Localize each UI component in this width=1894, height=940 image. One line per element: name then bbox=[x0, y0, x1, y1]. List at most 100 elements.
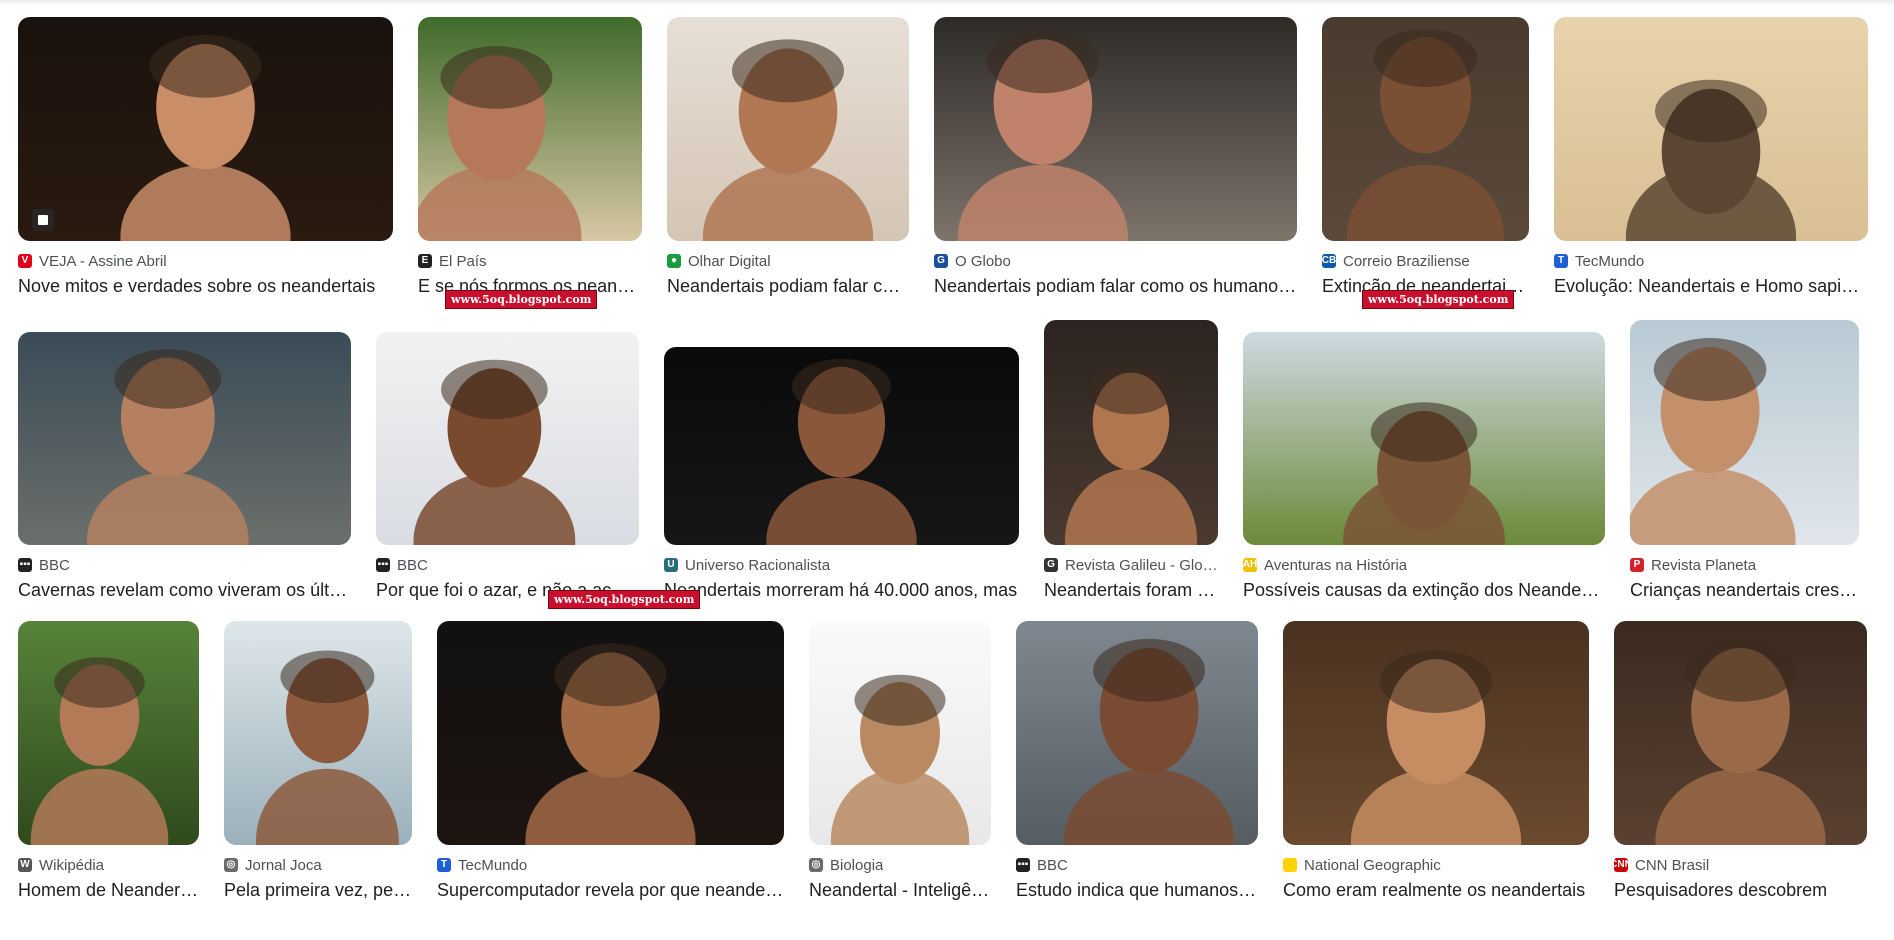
image-result-card[interactable]: P Revista Planeta Crianças neandertais cre… bbox=[1630, 320, 1859, 601]
result-title-link[interactable]: Neandertais podiam falar como os humanos… bbox=[934, 275, 1297, 297]
top-divider bbox=[0, 0, 1894, 6]
source-line[interactable]: CNNCNN Brasil bbox=[1614, 856, 1867, 874]
thumbnail-image[interactable] bbox=[437, 621, 784, 845]
thumbnail-image[interactable] bbox=[18, 17, 393, 241]
thumbnail-container bbox=[934, 16, 1297, 241]
source-favicon-icon: G bbox=[1044, 558, 1058, 572]
thumbnail-image[interactable] bbox=[224, 621, 412, 845]
result-title-link[interactable]: Nove mitos e verdades sobre os neanderta… bbox=[18, 275, 393, 297]
result-title-link[interactable]: Possíveis causas da extinção dos Neander… bbox=[1243, 579, 1605, 601]
source-line[interactable]: W Wikipédia bbox=[18, 856, 199, 874]
thumbnail-image[interactable] bbox=[18, 621, 199, 845]
image-result-card[interactable]: ◎ Jornal Joca Pela primeira vez, pesquisad… bbox=[224, 620, 412, 901]
thumbnail-image[interactable] bbox=[809, 621, 991, 845]
thumbnail-image[interactable] bbox=[667, 17, 909, 241]
thumbnail-image[interactable] bbox=[1283, 621, 1589, 845]
image-result-card[interactable]: www.5oq.blogspot.com AH Aventuras na Histó… bbox=[1243, 290, 1605, 601]
source-line[interactable]: ◎ Jornal Joca bbox=[224, 856, 412, 874]
source-name: CNN Brasil bbox=[1635, 856, 1710, 874]
source-line[interactable]: CB Correio Braziliense bbox=[1322, 252, 1529, 270]
result-title-link[interactable]: Neandertais podiam falar como os humanos bbox=[667, 275, 909, 297]
thumbnail-image[interactable] bbox=[376, 332, 639, 545]
thumbnail-image[interactable] bbox=[1614, 621, 1867, 845]
source-name: TecMundo bbox=[458, 856, 528, 874]
source-name: Aventuras na História bbox=[1264, 556, 1408, 574]
thumbnail-image[interactable] bbox=[418, 17, 642, 241]
thumbnail-container bbox=[1044, 320, 1218, 545]
source-name: O Globo bbox=[955, 252, 1011, 270]
image-result-card[interactable]: CB Correio Braziliense Extinção de neander… bbox=[1322, 16, 1529, 297]
source-line[interactable]: P Revista Planeta bbox=[1630, 556, 1859, 574]
thumbnail-container bbox=[809, 620, 991, 845]
source-name: Revista Galileu - Globo bbox=[1065, 556, 1218, 574]
source-line[interactable]: ▪▪▪ BBC bbox=[1016, 856, 1258, 874]
result-title-link[interactable]: Neandertais foram extintos bbox=[1044, 579, 1218, 601]
source-name: Wikipédia bbox=[39, 856, 105, 874]
source-favicon-icon: U bbox=[664, 558, 678, 572]
source-line[interactable]: U Universo Racionalista bbox=[664, 556, 1019, 574]
watermark-label: www.5oq.blogspot.com bbox=[548, 590, 701, 609]
image-result-card[interactable]: ▪▪▪ BBC Cavernas revelam como viveram os ú… bbox=[18, 320, 351, 601]
result-title-link[interactable]: Neandertais morreram há 40.000 anos, mas bbox=[664, 579, 1019, 601]
source-line[interactable]: G O Globo bbox=[934, 252, 1297, 270]
source-line[interactable]: National Geographic bbox=[1283, 856, 1589, 874]
thumbnail-image[interactable] bbox=[1554, 17, 1868, 241]
results-row: W Wikipédia Homem de Neandertal ◎ Jornal Joc… bbox=[18, 590, 1867, 901]
image-result-card[interactable]: National Geographic Como eram realmente o… bbox=[1283, 620, 1589, 901]
source-favicon-icon: G bbox=[934, 254, 948, 268]
thumbnail-image[interactable] bbox=[18, 332, 351, 545]
result-title-link[interactable]: Pela primeira vez, pesquisadores bbox=[224, 879, 412, 901]
thumbnail-image[interactable] bbox=[1044, 320, 1218, 545]
thumbnail-image[interactable] bbox=[664, 347, 1019, 545]
source-name: BBC bbox=[1037, 856, 1068, 874]
image-result-card[interactable]: www.5oq.blogspot.com T TecMundo Supercomput… bbox=[437, 590, 784, 901]
source-line[interactable]: ▪▪▪ BBC bbox=[376, 556, 639, 574]
source-favicon-icon: V bbox=[18, 254, 32, 268]
source-line[interactable]: AH Aventuras na História bbox=[1243, 556, 1605, 574]
result-title-link[interactable]: Evolução: Neandertais e Homo sapiens bbox=[1554, 275, 1868, 297]
source-favicon-icon: CNN bbox=[1614, 858, 1632, 872]
result-title-link[interactable]: Pesquisadores descobrem bbox=[1614, 879, 1867, 901]
result-title-link[interactable]: Neandertal - Inteligência bbox=[809, 879, 991, 901]
image-result-card[interactable]: V VEJA - Assine Abril Nove mitos e verdade… bbox=[18, 16, 393, 297]
image-result-card[interactable]: EEl PaísE se nós formos os neandertais? bbox=[418, 16, 642, 297]
source-name: Olhar Digital bbox=[688, 252, 771, 270]
thumbnail-container bbox=[1630, 320, 1859, 545]
image-icon bbox=[32, 209, 54, 231]
thumbnail-container bbox=[224, 620, 412, 845]
image-result-card[interactable]: ▪▪▪ BBC Estudo indica que humanos modernos bbox=[1016, 620, 1258, 901]
source-line[interactable]: E El País bbox=[418, 252, 642, 270]
image-result-card[interactable]: G O Globo Neandertais podiam falar como os… bbox=[934, 16, 1297, 297]
image-result-card[interactable]: U Universo Racionalista Neandertais morrer… bbox=[664, 320, 1019, 601]
result-title-link[interactable]: Como eram realmente os neandertais bbox=[1283, 879, 1589, 901]
source-line[interactable]: T TecMundo bbox=[1554, 252, 1868, 270]
source-line[interactable]: ▪▪▪ BBC bbox=[18, 556, 351, 574]
source-favicon-icon: P bbox=[1630, 558, 1644, 572]
result-title-link[interactable]: Homem de Neandertal bbox=[18, 879, 199, 901]
thumbnail-container bbox=[1243, 320, 1605, 545]
thumbnail-image[interactable] bbox=[1322, 17, 1529, 241]
image-result-card[interactable]: CNNCNN Brasil Pesquisadores descobrem bbox=[1614, 620, 1867, 901]
source-line[interactable]: G Revista Galileu - Globo bbox=[1044, 556, 1218, 574]
image-result-card[interactable]: G Revista Galileu - Globo Neandertais fora… bbox=[1044, 320, 1218, 601]
result-title-link[interactable]: Supercomputador revela por que neanderta… bbox=[437, 879, 784, 901]
thumbnail-container bbox=[1016, 620, 1258, 845]
image-result-card[interactable]: www.5oq.blogspot.com ▪▪▪ BBC Por que foi o … bbox=[376, 290, 639, 601]
source-line[interactable]: ● Olhar Digital bbox=[667, 252, 909, 270]
thumbnail-image[interactable] bbox=[1243, 332, 1605, 545]
image-result-card[interactable]: W Wikipédia Homem de Neandertal bbox=[18, 620, 199, 901]
source-line[interactable]: ◎ Biologia bbox=[809, 856, 991, 874]
source-line[interactable]: T TecMundo bbox=[437, 856, 784, 874]
thumbnail-image[interactable] bbox=[934, 17, 1297, 241]
result-title-link[interactable]: Estudo indica que humanos modernos bbox=[1016, 879, 1258, 901]
image-result-card[interactable]: ◎ Biologia Neandertal - Inteligência bbox=[809, 620, 991, 901]
image-result-card[interactable]: ● Olhar Digital Neandertais podiam falar c… bbox=[667, 16, 909, 297]
source-name: BBC bbox=[397, 556, 428, 574]
result-title-link[interactable]: Crianças neandertais cresciam bbox=[1630, 579, 1859, 601]
image-result-card[interactable]: T TecMundo Evolução: Neandertais e Homo sa… bbox=[1554, 16, 1868, 297]
source-line[interactable]: V VEJA - Assine Abril bbox=[18, 252, 393, 270]
thumbnail-image[interactable] bbox=[1016, 621, 1258, 845]
thumbnail-image[interactable] bbox=[1630, 320, 1859, 545]
source-name: El País bbox=[439, 252, 487, 270]
result-title-link[interactable]: Cavernas revelam como viveram os últimos… bbox=[18, 579, 351, 601]
